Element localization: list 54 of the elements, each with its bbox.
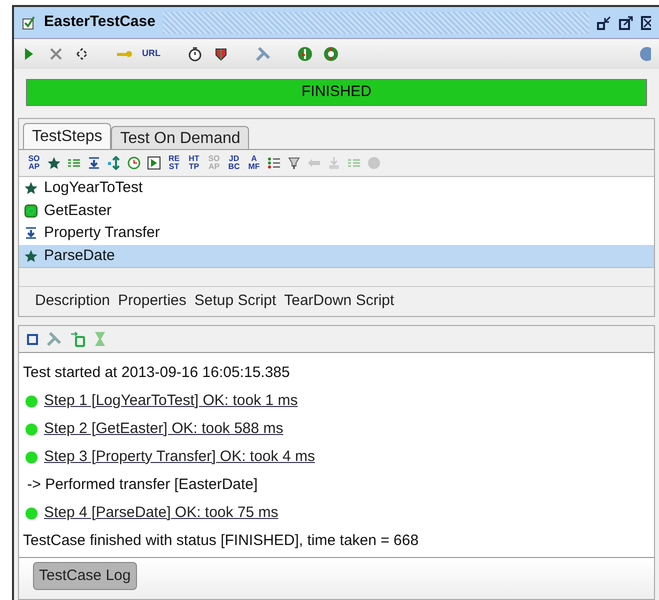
progress-bar: FINISHED — [27, 80, 646, 105]
status-dot — [25, 394, 38, 408]
transfer-icon[interactable] — [87, 156, 101, 170]
log-link[interactable]: Step 4 [ParseDate] OK: took 75 ms — [44, 502, 278, 524]
toolbar-button[interactable]: HT TP — [187, 155, 201, 171]
stopwatch-icon[interactable] — [186, 46, 202, 62]
checkbox-icon — [22, 16, 36, 30]
step-label: Property Transfer — [44, 223, 160, 243]
window-title: EasterTestCase — [44, 12, 156, 32]
tab[interactable]: TestSteps — [23, 123, 112, 149]
script-icon — [24, 204, 38, 218]
maximize-icon[interactable] — [619, 16, 633, 30]
export-icon[interactable] — [70, 331, 86, 347]
url-button[interactable]: URL — [142, 47, 160, 61]
step-item[interactable]: ParseDate — [19, 244, 654, 267]
clock-icon[interactable] — [127, 156, 141, 170]
step-label: GetEaster — [44, 200, 112, 220]
step-label: LogYearToTest — [44, 178, 143, 198]
status-dot — [25, 506, 38, 520]
move-icon[interactable] — [107, 156, 121, 170]
log-link[interactable]: Step 2 [GetEaster] OK: took 588 ms — [44, 418, 284, 440]
inspector-tab[interactable]: TearDown Script — [284, 290, 394, 313]
funnel-icon[interactable] — [287, 156, 301, 170]
log-tab[interactable]: TestCase Log — [33, 562, 137, 590]
inspector-tab[interactable]: Description — [35, 290, 110, 313]
star-icon — [24, 181, 38, 196]
log-line: Test started at 2013-09-16 16:05:15.385 — [23, 362, 290, 383]
log-link[interactable]: Step 1 [LogYearToTest] OK: took 1 ms — [44, 390, 298, 412]
toolbar-button[interactable]: JD BC — [227, 155, 241, 171]
status-dot — [25, 450, 38, 464]
inspector-tab[interactable]: Setup Script — [194, 290, 276, 313]
star-icon[interactable] — [47, 156, 61, 170]
step-item[interactable]: GetEaster — [19, 200, 654, 222]
close-icon[interactable] — [641, 16, 651, 30]
restore-icon[interactable] — [597, 16, 611, 30]
step-item[interactable]: LogYearToTest — [19, 177, 654, 200]
star-icon — [24, 248, 38, 263]
log-line: -> Performed transfer [EasterDate] — [26, 474, 258, 495]
toolbar-button[interactable]: A MF — [247, 155, 261, 171]
log-link[interactable]: Step 3 [Property Transfer] OK: took 4 ms — [44, 446, 315, 468]
step-item[interactable]: Property Transfer — [19, 222, 654, 244]
status-dot — [25, 422, 38, 436]
play-icon[interactable] — [147, 156, 161, 170]
toolbar-button[interactable]: RE ST — [167, 155, 181, 171]
cancel-icon[interactable] — [48, 46, 64, 62]
list-icon[interactable] — [267, 156, 281, 170]
transfer-icon — [24, 226, 38, 240]
tab[interactable]: Test On Demand — [111, 126, 250, 149]
toolbar-button[interactable]: SO AP — [27, 155, 41, 171]
log-line: TestCase finished with status [FINISHED], time taken = 668 — [23, 530, 419, 551]
step-label: ParseDate — [44, 246, 115, 266]
inspector-tab[interactable]: Properties — [118, 290, 186, 313]
square-icon[interactable] — [27, 334, 38, 344]
shield-icon[interactable] — [212, 46, 228, 62]
